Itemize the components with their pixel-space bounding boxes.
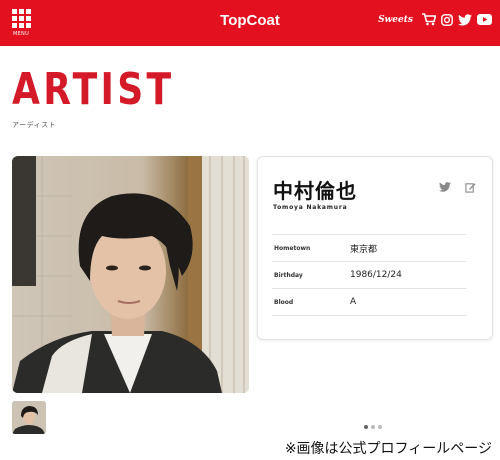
header-icons: Sweets xyxy=(378,13,492,26)
image-caption: ※画像は公式プロフィールページ xyxy=(284,441,492,457)
carousel-dot[interactable] xyxy=(364,425,368,429)
info-label: Hometown xyxy=(274,244,311,252)
cart-icon[interactable] xyxy=(422,13,436,26)
info-value: 1986/12/24 xyxy=(350,270,402,280)
info-label: Blood xyxy=(274,298,294,306)
page-title: ARTIST xyxy=(12,64,175,115)
youtube-icon[interactable] xyxy=(477,14,492,25)
artist-photo xyxy=(12,156,249,393)
artist-name: 中村倫也 xyxy=(273,179,357,203)
carousel-dot[interactable] xyxy=(371,425,375,429)
info-value: A xyxy=(350,297,357,307)
carousel-dots[interactable] xyxy=(364,425,382,429)
info-row-hometown: Hometown 東京都 xyxy=(272,234,467,262)
menu-label: MENU xyxy=(12,31,30,37)
info-label: Birthday xyxy=(274,271,303,279)
info-row-blood: Blood A xyxy=(272,289,467,316)
sweets-logo[interactable]: Sweets xyxy=(378,15,413,25)
twitter-icon[interactable] xyxy=(439,182,451,192)
info-value: 東京都 xyxy=(350,244,378,255)
info-row-birthday: Birthday 1986/12/24 xyxy=(272,262,467,289)
top-header: MENU TopCoat Sweets xyxy=(0,0,500,46)
edit-icon[interactable] xyxy=(465,182,476,193)
instagram-icon[interactable] xyxy=(441,13,453,26)
artist-name-roman: Tomoya Nakamura xyxy=(273,204,348,211)
photo-thumbnail[interactable] xyxy=(12,401,46,434)
profile-info-table: Hometown 東京都 Birthday 1986/12/24 Blood A xyxy=(272,234,467,316)
carousel-dot[interactable] xyxy=(378,425,382,429)
twitter-icon[interactable] xyxy=(458,13,472,26)
card-actions xyxy=(439,182,476,193)
profile-card: 中村倫也 Tomoya Nakamura Hometown 東京都 Birthd… xyxy=(257,156,493,340)
page-subtitle: アーディスト xyxy=(12,121,57,129)
